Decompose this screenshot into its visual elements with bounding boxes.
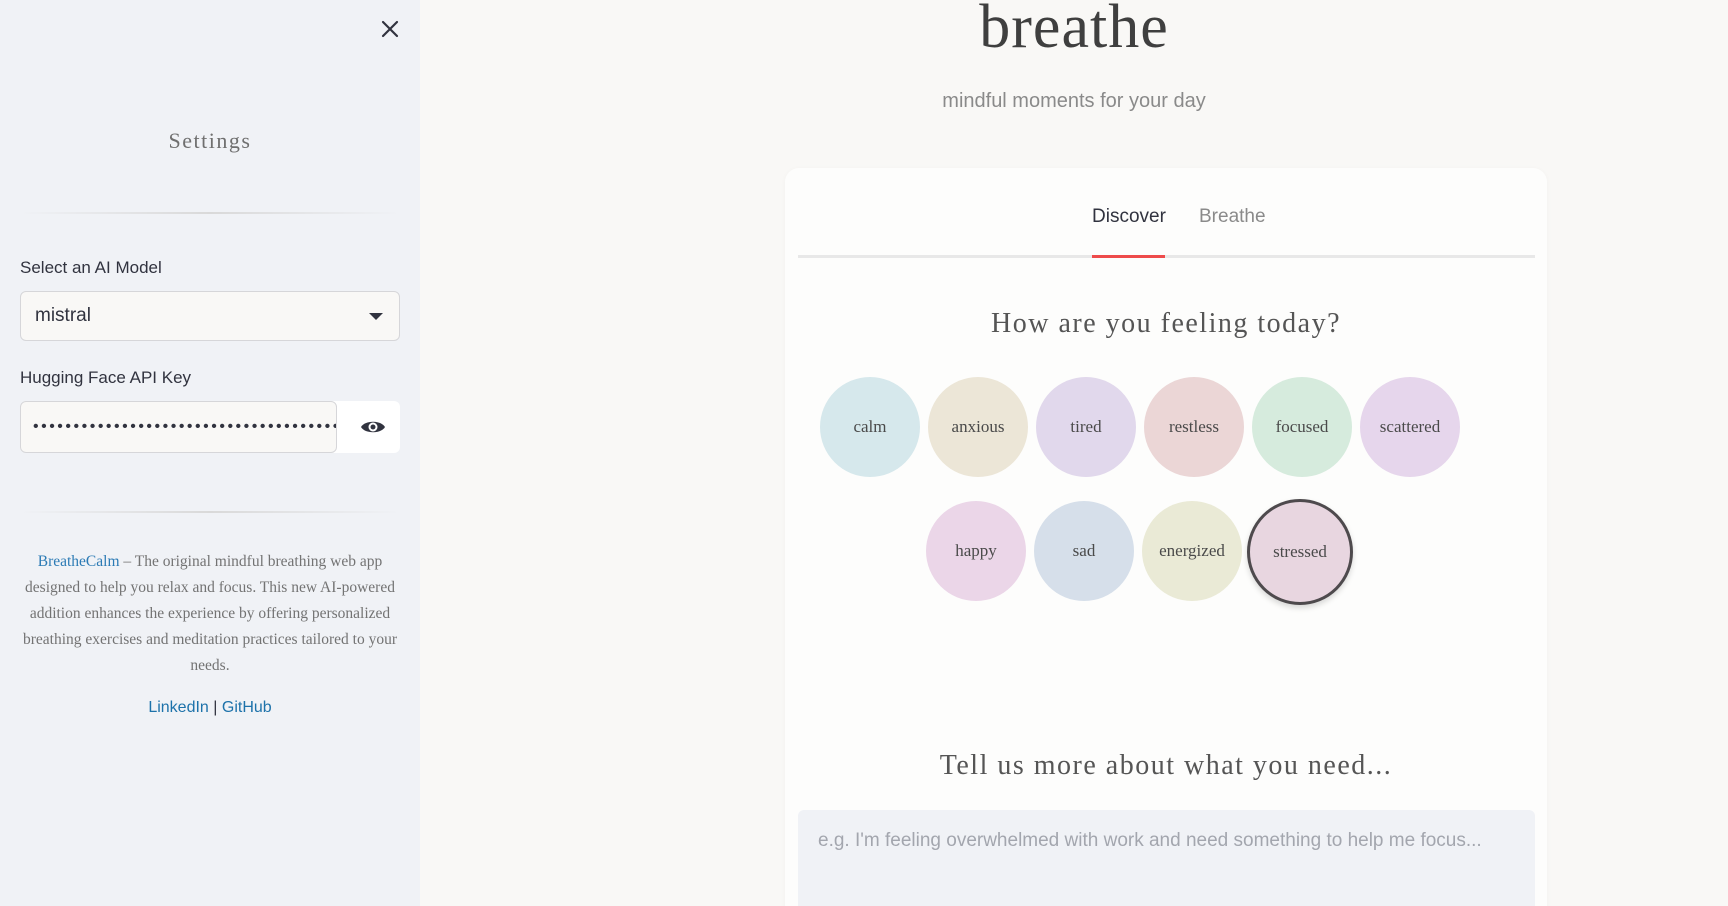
social-links: LinkedIn | GitHub xyxy=(0,699,420,717)
details-heading: Tell us more about what you need... xyxy=(939,750,1393,781)
model-select-label: Select an AI Model xyxy=(20,258,162,277)
api-key-input[interactable] xyxy=(20,401,337,453)
tab-bar: Discover Breathe xyxy=(798,168,1535,258)
about-description: – The original mindful breathing web app… xyxy=(22,553,397,674)
sidebar-title: Settings xyxy=(168,128,252,153)
mood-option-scattered[interactable]: scattered xyxy=(1360,377,1460,477)
eye-icon xyxy=(360,421,385,433)
mood-option-restless[interactable]: restless xyxy=(1144,377,1244,477)
show-password-button[interactable] xyxy=(345,401,400,453)
mood-option-happy[interactable]: happy xyxy=(926,501,1026,601)
app-title: breathe xyxy=(979,0,1169,61)
mood-option-stressed[interactable]: stressed xyxy=(1247,499,1353,605)
mood-option-tired[interactable]: tired xyxy=(1036,377,1136,477)
model-select-value: mistral xyxy=(35,305,91,326)
link-separator: | xyxy=(208,699,222,716)
main-card: Discover Breathe How are you feeling tod… xyxy=(785,168,1547,906)
sidebar: Settings Select an AI Model mistral Hugg… xyxy=(0,0,420,906)
active-tab-indicator xyxy=(1092,255,1165,258)
api-key-label: Hugging Face API Key xyxy=(20,368,192,387)
chevron-down-icon xyxy=(369,313,383,320)
model-select[interactable]: mistral xyxy=(20,291,400,341)
tab-breathe[interactable]: Breathe xyxy=(1199,206,1266,228)
close-icon xyxy=(381,20,399,38)
mood-option-sad[interactable]: sad xyxy=(1034,501,1134,601)
sidebar-divider xyxy=(20,212,400,214)
mood-question: How are you feeling today? xyxy=(991,308,1341,339)
close-sidebar-button[interactable] xyxy=(375,14,405,44)
mood-option-calm[interactable]: calm xyxy=(820,377,920,477)
mood-option-focused[interactable]: focused xyxy=(1252,377,1352,477)
needs-textarea[interactable] xyxy=(798,810,1535,906)
breathecalm-link[interactable]: BreatheCalm xyxy=(38,553,120,570)
mood-option-anxious[interactable]: anxious xyxy=(928,377,1028,477)
linkedin-link[interactable]: LinkedIn xyxy=(148,699,209,716)
mood-option-energized[interactable]: energized xyxy=(1142,501,1242,601)
about-text: BreatheCalm – The original mindful breat… xyxy=(20,549,400,679)
tab-discover[interactable]: Discover xyxy=(1092,206,1166,228)
api-key-field-wrapper xyxy=(20,401,400,453)
github-link[interactable]: GitHub xyxy=(222,699,272,716)
app-subtitle: mindful moments for your day xyxy=(942,90,1206,112)
sidebar-divider xyxy=(20,511,400,513)
